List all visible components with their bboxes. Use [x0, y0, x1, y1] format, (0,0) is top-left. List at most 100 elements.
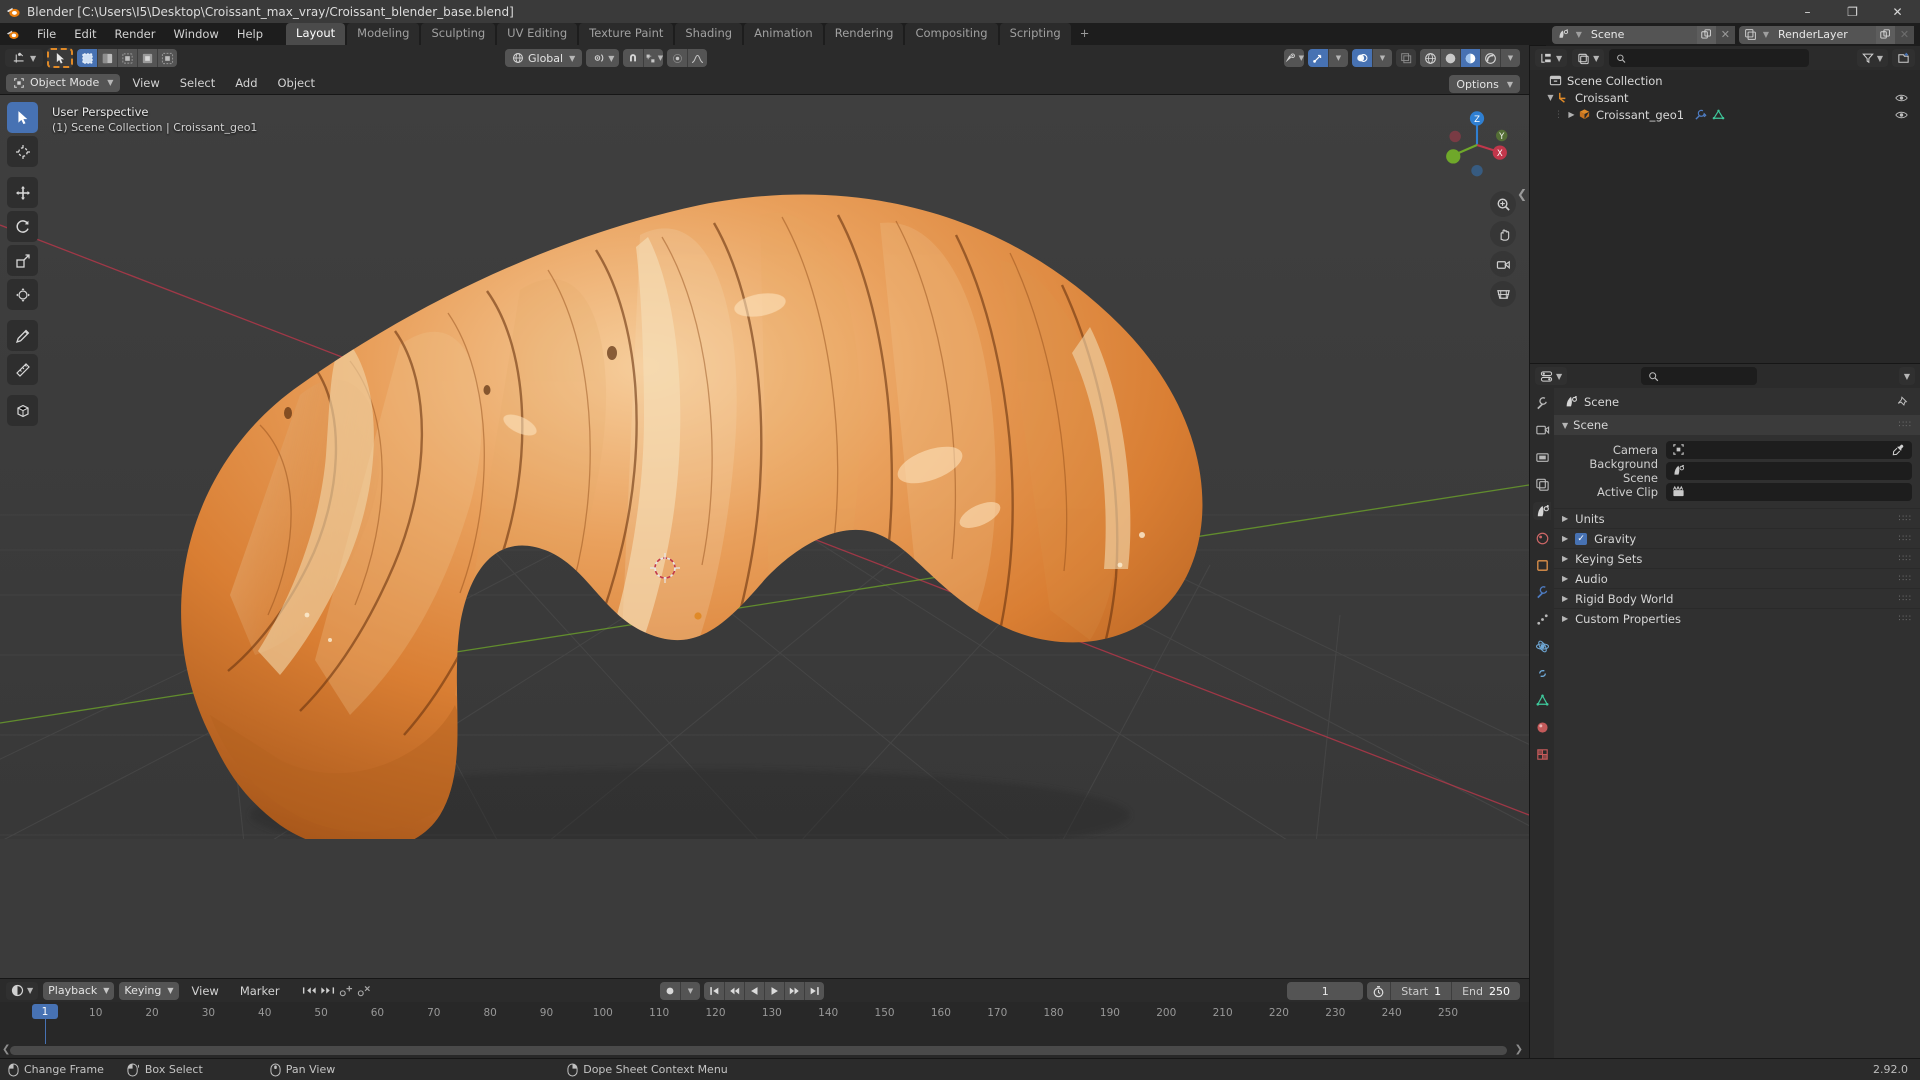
rigid-body-expand-icon[interactable]: ▶: [1562, 594, 1568, 603]
wireframe-shading-icon[interactable]: [1420, 49, 1440, 67]
texture-properties-tab-icon[interactable]: [1533, 745, 1551, 763]
jump-to-start-icon[interactable]: [704, 981, 724, 1000]
custom-properties-expand-icon[interactable]: ▶: [1562, 614, 1568, 623]
jump-next-keyframe-transport-icon[interactable]: [784, 981, 804, 1000]
outliner-search-input[interactable]: [1609, 49, 1810, 67]
pan-view-icon[interactable]: [1490, 221, 1516, 247]
viewlayer-properties-tab-icon[interactable]: [1533, 475, 1551, 493]
keying-sets-expand-icon[interactable]: ▶: [1562, 554, 1568, 563]
menu-file[interactable]: File: [28, 24, 65, 44]
outliner-display-mode-selector[interactable]: ▼: [1572, 49, 1605, 67]
world-properties-tab-icon[interactable]: [1533, 529, 1551, 547]
timeline-scrollbar[interactable]: [10, 1046, 1507, 1055]
keying-menu[interactable]: Keying ▼: [119, 981, 179, 1000]
sidebar-toggle-icon[interactable]: ❮: [1515, 185, 1529, 203]
tab-compositing[interactable]: Compositing: [905, 23, 998, 45]
select-extend-icon[interactable]: [97, 49, 118, 67]
timeline-scroll-left-icon[interactable]: ❮: [2, 1044, 10, 1055]
add-workspace-button[interactable]: +: [1073, 23, 1097, 45]
play-reverse-icon[interactable]: [744, 981, 764, 1000]
tab-shading[interactable]: Shading: [675, 23, 743, 45]
tool-rotate[interactable]: [7, 211, 38, 242]
tool-annotate[interactable]: [7, 320, 38, 351]
constraints-properties-tab-icon[interactable]: [1533, 664, 1551, 682]
solid-shading-icon[interactable]: [1440, 49, 1460, 67]
tab-modeling[interactable]: Modeling: [347, 23, 420, 45]
transform-orientation-selector[interactable]: Global ▼: [505, 49, 583, 67]
snap-magnet-icon[interactable]: [623, 49, 644, 67]
physics-properties-tab-icon[interactable]: [1533, 637, 1551, 655]
tab-sculpting[interactable]: Sculpting: [421, 23, 496, 45]
select-set-icon[interactable]: [77, 49, 98, 67]
select-intersect-icon[interactable]: [157, 49, 178, 67]
timeline-editor-type-selector[interactable]: ▼: [6, 981, 39, 1000]
outliner-filter-button[interactable]: ▼: [1856, 49, 1888, 67]
use-preview-range-icon[interactable]: [1367, 985, 1390, 998]
proportional-falloff-icon[interactable]: [687, 49, 708, 67]
eyedropper-icon[interactable]: [1892, 443, 1905, 456]
timeline-menu-marker[interactable]: Marker: [232, 982, 288, 1000]
zoom-view-icon[interactable]: [1490, 191, 1516, 217]
gravity-checkbox[interactable]: ✓: [1575, 532, 1588, 545]
select-invert-icon[interactable]: [137, 49, 158, 67]
scene-datablock-selector[interactable]: ▼ Scene ✕: [1551, 25, 1735, 44]
outliner-search-field[interactable]: [1631, 52, 1803, 64]
menu-edit[interactable]: Edit: [65, 24, 105, 44]
particles-properties-tab-icon[interactable]: [1533, 610, 1551, 628]
output-properties-tab-icon[interactable]: [1533, 448, 1551, 466]
remove-viewlayer-icon[interactable]: ✕: [1895, 25, 1914, 44]
hide-in-viewport-icon[interactable]: [1895, 93, 1908, 103]
tool-scale[interactable]: [7, 245, 38, 276]
show-overlays-icon[interactable]: [1352, 49, 1372, 67]
outliner-new-collection-button[interactable]: [1892, 49, 1915, 67]
timeline-ruler[interactable]: 10 20 30 40 50 60 70 80 90 100 110 120 130 140 150 160 1…: [0, 1002, 1529, 1024]
toggle-ortho-perspective-icon[interactable]: [1490, 281, 1516, 307]
end-frame-value[interactable]: 250: [1489, 985, 1520, 998]
menu-help[interactable]: Help: [228, 24, 272, 44]
panel-expand-icon[interactable]: ▼: [1562, 421, 1568, 430]
modifier-icon[interactable]: [1694, 109, 1707, 121]
units-expand-icon[interactable]: ▶: [1562, 514, 1568, 523]
hide-geo-in-viewport-icon[interactable]: [1895, 110, 1908, 120]
properties-editor-type-selector[interactable]: ▼: [1535, 367, 1568, 385]
viewlayer-datablock-selector[interactable]: ▼ RenderLayer ✕: [1738, 25, 1914, 44]
proportional-edit-icon[interactable]: [667, 49, 688, 67]
jump-to-end-icon[interactable]: [804, 981, 824, 1000]
expand-triangle-geo-icon[interactable]: ▶: [1565, 110, 1578, 119]
auto-keying-options-icon[interactable]: ▼: [680, 981, 700, 1000]
tab-scripting[interactable]: Scripting: [999, 23, 1071, 45]
object-mode-selector[interactable]: Object Mode ▼: [6, 73, 121, 92]
viewport-menu-add[interactable]: Add: [227, 74, 265, 92]
shading-options-icon[interactable]: ▼: [1500, 49, 1520, 67]
scene-panel-header[interactable]: ▼ Scene ∷∷: [1554, 415, 1920, 435]
tool-move[interactable]: [7, 177, 38, 208]
current-frame-field[interactable]: 1: [1287, 982, 1364, 1000]
jump-prev-keyframe-icon[interactable]: [301, 984, 317, 997]
audio-subpanel[interactable]: ▶ Audio ∷∷: [1554, 568, 1920, 588]
expand-triangle-icon[interactable]: ▼: [1544, 93, 1557, 102]
editor-type-selector[interactable]: ▼: [5, 49, 44, 67]
select-tool-button[interactable]: [47, 48, 74, 68]
overlay-options-icon[interactable]: ▼: [1372, 49, 1392, 67]
playback-menu[interactable]: Playback ▼: [43, 981, 115, 1000]
start-frame-value[interactable]: 1: [1434, 985, 1451, 998]
tool-properties-tab-icon[interactable]: [1533, 394, 1551, 412]
navigation-gizmo[interactable]: Z X Y: [1439, 107, 1515, 183]
background-scene-field[interactable]: [1666, 461, 1912, 480]
properties-options-button[interactable]: ▼: [1898, 367, 1915, 385]
menu-render[interactable]: Render: [106, 24, 165, 44]
scene-properties-tab-icon[interactable]: [1533, 502, 1551, 520]
pin-id-icon[interactable]: [1897, 395, 1910, 409]
auto-keyframe-icon[interactable]: [660, 981, 680, 1000]
tool-cursor[interactable]: [7, 136, 38, 167]
rendered-shading-icon[interactable]: [1480, 49, 1500, 67]
audio-expand-icon[interactable]: ▶: [1562, 574, 1568, 583]
keying-sets-subpanel[interactable]: ▶ Keying Sets ∷∷: [1554, 548, 1920, 568]
croissant-model[interactable]: [0, 95, 1529, 839]
modifier-properties-tab-icon[interactable]: [1533, 583, 1551, 601]
new-scene-icon[interactable]: [1696, 25, 1716, 44]
select-subtract-icon[interactable]: [117, 49, 138, 67]
maximize-button[interactable]: ❐: [1830, 0, 1875, 23]
gravity-subpanel[interactable]: ▶ ✓ Gravity ∷∷: [1554, 528, 1920, 548]
minimize-button[interactable]: –: [1785, 0, 1830, 23]
